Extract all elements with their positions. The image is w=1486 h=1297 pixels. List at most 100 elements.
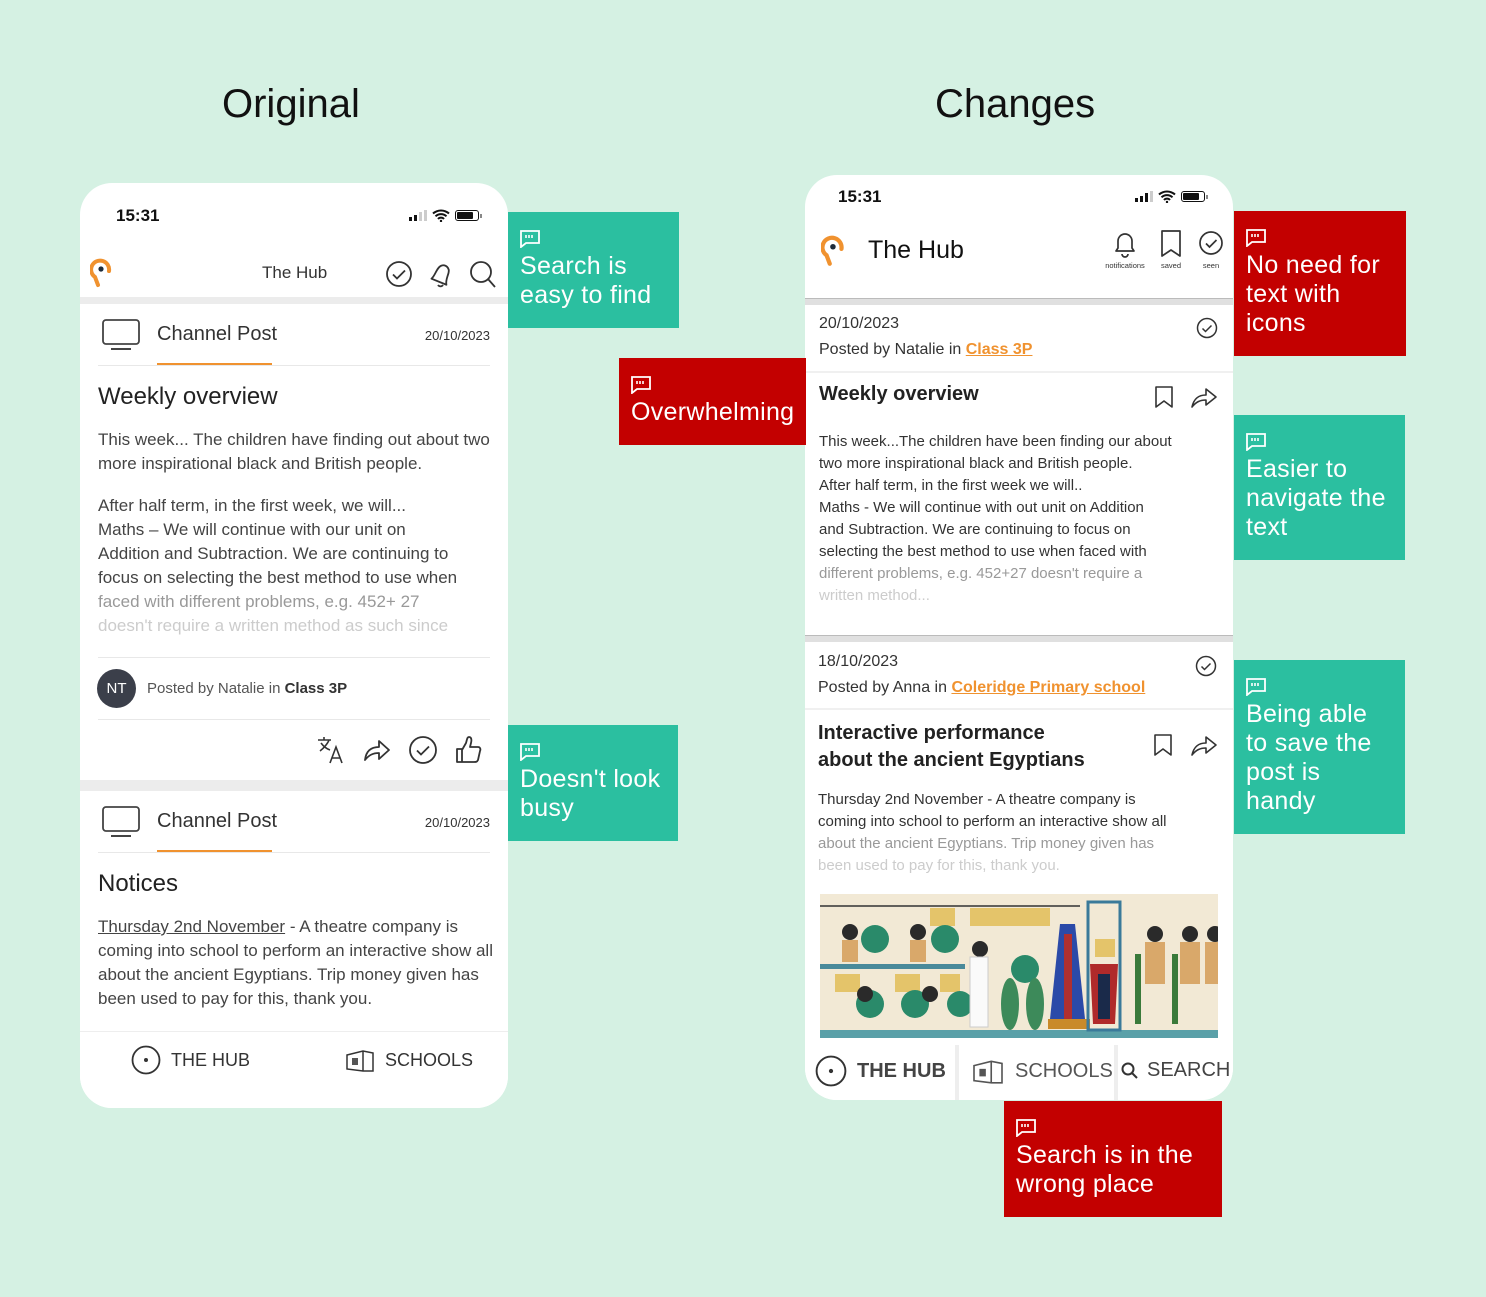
channel-link[interactable]: Class 3P (285, 680, 348, 697)
note-text: No need for text with icons (1246, 251, 1380, 337)
channel-tv-icon (102, 319, 140, 350)
body-line: about the ancient Egyptians. Trip money … (818, 835, 1155, 852)
post-body: Thursday 2nd November - A theatre compan… (98, 915, 496, 1011)
note-overwhelming: Overwhelming (619, 358, 806, 445)
body-line: been used to pay for this, thank you. (818, 857, 1060, 874)
body-line: Addition and Subtraction. We are continu… (98, 544, 449, 563)
posted-by: Posted by Natalie in Class 3P (147, 680, 347, 697)
action-label: seen (1202, 261, 1220, 270)
post-body: This week...The children have been findi… (819, 431, 1229, 607)
body-line: coming into school to perform an interac… (818, 813, 1167, 830)
heading-changes: Changes (935, 82, 1096, 126)
schools-icon (346, 1050, 374, 1072)
search-icon (1121, 1062, 1138, 1079)
bookmark-icon (1161, 230, 1181, 257)
app-title: The Hub (868, 236, 964, 264)
nav-the-hub[interactable]: THE HUB (131, 1045, 250, 1075)
post-type: Channel Post (157, 323, 278, 345)
body-line: Maths - We will continue with out unit o… (819, 499, 1144, 516)
body-line: focus on selecting the best method to us… (98, 568, 458, 587)
body-line: selecting the best method to use when fa… (819, 543, 1147, 560)
channel-link[interactable]: Class 3P (966, 341, 1033, 358)
body-line: doesn't require a written method as such… (98, 616, 449, 635)
status-time: 15:31 (116, 206, 160, 225)
hub-logo-icon (90, 258, 112, 287)
body-line: Maths – We will continue with our unit o… (98, 520, 406, 539)
nav-schools[interactable]: SCHOOLS (345, 1047, 473, 1073)
body-line: Thursday 2nd November - A theatre compan… (818, 791, 1136, 808)
posted-by-label: Posted by Anna in (818, 679, 952, 696)
note-search-easy: Search is easy to find (508, 212, 679, 328)
nav-separator (1114, 1045, 1118, 1100)
share-icon[interactable] (362, 736, 392, 764)
status-time: 15:31 (838, 187, 882, 206)
like-thumb-icon[interactable] (453, 733, 483, 765)
original-phone: 15:31 The Hub Channel Post 20/10/2023 We… (80, 183, 508, 1108)
bookmark-icon[interactable] (1154, 385, 1174, 409)
nav-label: THE HUB (857, 1059, 946, 1082)
post-image[interactable] (820, 894, 1218, 1038)
body-line: two more inspirational black and British… (819, 455, 1133, 472)
header-action-seen[interactable]: seen (1195, 229, 1227, 270)
avatar: NT (97, 669, 136, 708)
heading-original: Original (222, 82, 360, 126)
post-type: Channel Post (157, 810, 278, 832)
seen-check-icon[interactable] (1196, 317, 1218, 339)
battery-icon (455, 210, 482, 221)
channel-tv-icon (102, 806, 140, 837)
post-date: 20/10/2023 (424, 815, 490, 830)
note-no-text-icons: No need for text with icons (1234, 211, 1406, 356)
egyptian-painting-image (820, 894, 1218, 1038)
bookmark-icon[interactable] (1153, 733, 1173, 757)
changes-phone: 15:31 The Hub notifications saved seen 2… (805, 175, 1233, 1100)
share-icon[interactable] (1190, 385, 1218, 409)
post-title: Weekly overview (819, 383, 979, 405)
translate-icon[interactable] (316, 735, 346, 765)
note-text: Search is easy to find (520, 252, 652, 309)
body-line: After half term, in the first week we wi… (819, 477, 1083, 494)
signal-icon (1135, 191, 1153, 202)
body-line: After half term, in the first week, we w… (98, 496, 406, 515)
bottom-nav: THE HUB SCHOOLS (80, 1031, 508, 1108)
divider (98, 365, 490, 366)
seen-check-icon[interactable] (1195, 655, 1217, 677)
search-icon[interactable] (469, 260, 497, 290)
header-action-notifications[interactable]: notifications (1101, 229, 1149, 270)
bell-icon[interactable] (427, 259, 455, 289)
body-line: faced with different problems, e.g. 452+… (98, 592, 420, 611)
posted-by: Posted by Anna in Coleridge Primary scho… (818, 679, 1145, 697)
channel-link[interactable]: Coleridge Primary school (951, 679, 1145, 696)
post-date: 20/10/2023 (819, 315, 900, 332)
comment-quote-icon (1016, 1119, 1036, 1137)
note-search-wrong-place: Search is in the wrong place (1004, 1101, 1222, 1217)
nav-separator (955, 1045, 959, 1100)
post-title: Interactive performance about the ancien… (818, 720, 1085, 774)
section-divider (805, 298, 1233, 305)
body-line: written method... (819, 587, 930, 604)
event-date-link[interactable]: Thursday 2nd November (98, 917, 285, 936)
comment-quote-icon (520, 743, 540, 761)
comment-quote-icon (1246, 678, 1266, 696)
nav-search[interactable]: SEARCH (1121, 1059, 1230, 1082)
nav-label: SCHOOLS (385, 1049, 474, 1070)
body-line: This week...The children have been findi… (819, 433, 1172, 450)
title-line: Interactive performance (818, 722, 1045, 744)
signal-icon (409, 210, 427, 221)
action-label: notifications (1105, 261, 1145, 270)
mark-seen-icon[interactable] (408, 735, 438, 765)
bottom-nav: THE HUB SCHOOLS SEARCH (805, 1045, 1233, 1100)
action-label: saved (1160, 261, 1181, 270)
nav-label: SCHOOLS (1015, 1059, 1113, 1082)
share-icon[interactable] (1190, 733, 1218, 757)
note-text: Being able to save the post is handy (1246, 700, 1372, 815)
nav-the-hub[interactable]: THE HUB (815, 1055, 946, 1087)
header-action-saved[interactable]: saved (1155, 229, 1187, 270)
status-icons (1135, 190, 1208, 203)
nav-schools[interactable]: SCHOOLS (971, 1057, 1113, 1085)
divider (98, 719, 490, 720)
seen-check-icon[interactable] (385, 260, 413, 288)
note-easier-navigate: Easier to navigate the text (1234, 415, 1405, 560)
post-body-para2: After half term, in the first week, we w… (98, 494, 493, 638)
comment-quote-icon (520, 230, 540, 248)
posted-by: Posted by Natalie in Class 3P (819, 341, 1032, 359)
